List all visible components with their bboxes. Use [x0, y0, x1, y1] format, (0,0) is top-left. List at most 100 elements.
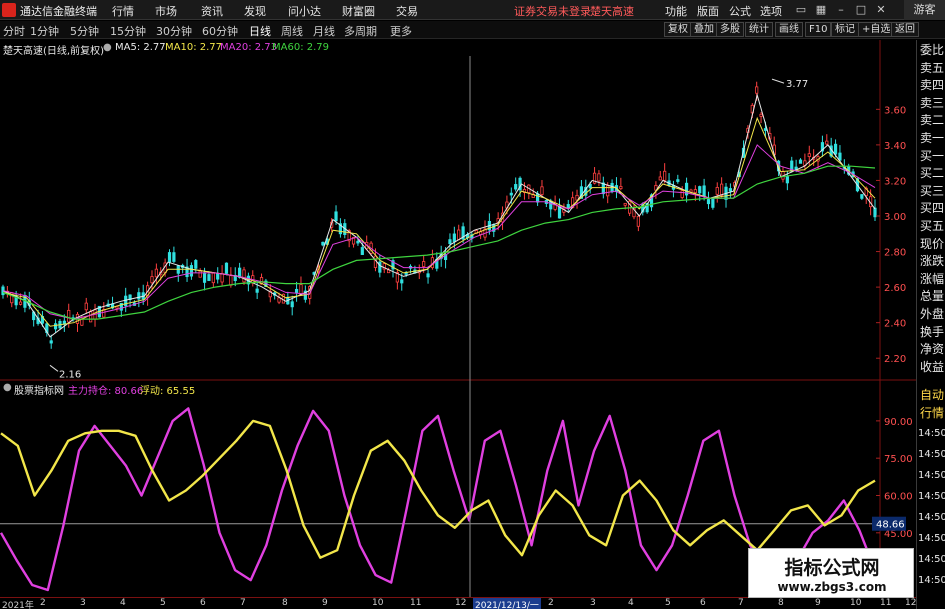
date-tick-label: 4	[120, 598, 126, 608]
date-tick-label: 6	[700, 598, 706, 608]
candle-body	[807, 153, 811, 157]
candle-body	[755, 86, 759, 94]
candle-body	[360, 247, 364, 255]
candle-body	[220, 273, 224, 283]
tab-weekly[interactable]: 周线	[281, 23, 303, 39]
guest-button[interactable]: 游客	[904, 0, 945, 20]
minimize-icon[interactable]: –	[834, 3, 848, 17]
legend-main-force: 主力持仓: 80.66	[68, 386, 144, 397]
tab-intraday[interactable]: 分时	[3, 23, 25, 39]
chart-axes: 2.202.402.602.803.003.203.403.6030.0045.…	[0, 40, 916, 597]
candle-body	[860, 194, 864, 199]
sidebar-quote-item[interactable]: 收益	[918, 357, 945, 377]
tab-multi-period[interactable]: 多周期	[344, 23, 377, 39]
candle-body	[216, 273, 220, 280]
date-tick-label: 9	[322, 598, 328, 608]
candle-body	[89, 311, 93, 323]
sidebar-time: 14:50	[918, 533, 945, 544]
date-tick-label: 3	[590, 598, 596, 608]
cursor-value-label: 48.66	[876, 520, 905, 531]
add-watchlist-button[interactable]: +自选	[858, 22, 895, 37]
tab-1min[interactable]: 1分钟	[30, 23, 59, 39]
tab-5min[interactable]: 5分钟	[70, 23, 99, 39]
main-legend: 楚天高速(日线,前复权) ● MA5: 2.77 MA10: 2.77 MA20…	[0, 40, 880, 57]
candle-body	[509, 192, 513, 196]
candle-body	[242, 269, 246, 283]
draw-line-button[interactable]: 画线	[775, 22, 803, 37]
tile-icon[interactable]: ▦	[814, 3, 828, 17]
candle-body	[457, 229, 461, 241]
menu-news[interactable]: 资讯	[201, 3, 223, 19]
menu-options[interactable]: 选项	[760, 3, 782, 19]
f10-button[interactable]: F10	[805, 22, 832, 37]
app-logo-icon	[2, 3, 16, 17]
menu-trade[interactable]: 交易	[396, 3, 418, 19]
watermark-url: www.zbgs3.com	[777, 580, 887, 594]
menu-function[interactable]: 功能	[665, 3, 687, 19]
sidebar-time: 14:50	[918, 470, 945, 481]
sidebar-time: 14:50	[918, 512, 945, 523]
menu-market[interactable]: 市场	[155, 3, 177, 19]
candle-body	[597, 173, 601, 182]
price-tick-label: 2.40	[884, 319, 906, 330]
price-tick-label: 3.20	[884, 176, 906, 187]
legend-ma5: MA5: 2.77	[115, 42, 166, 53]
candle-body	[514, 184, 518, 190]
statistics-button[interactable]: 统计	[745, 22, 773, 37]
date-axis: 2021/12/13/一 2021年 2 3 4 5 6 7 8 9 10 11 12 2 3 4 5 6 7 8 9…	[0, 597, 916, 609]
date-tick-label: 9	[815, 598, 821, 608]
candle-body	[825, 140, 829, 145]
legend-dot-icon: ●	[3, 382, 12, 393]
tab-more[interactable]: 更多	[390, 23, 412, 39]
tab-monthly[interactable]: 月线	[313, 23, 335, 39]
restore-icon[interactable]: ▭	[794, 3, 808, 17]
stock-chart[interactable]: 3.772.16 2.202.402.602.803.003.203.403.6…	[0, 40, 916, 597]
close-icon[interactable]: ✕	[874, 3, 888, 17]
current-stock-name: 楚天高速	[590, 5, 634, 18]
candle-body	[84, 302, 88, 311]
sidebar-time: 14:50	[918, 575, 945, 586]
watermark: 指标公式网 www.zbgs3.com	[748, 548, 914, 598]
tab-30min[interactable]: 30分钟	[156, 23, 192, 39]
menu-quotes[interactable]: 行情	[112, 3, 134, 19]
price-panel: 3.77 2.16	[1, 78, 877, 380]
menu-wealth-circle[interactable]: 财富圈	[342, 3, 375, 19]
candle-body	[321, 241, 325, 246]
legend-ma20: MA20: 2.73	[220, 42, 278, 53]
candle-body	[202, 272, 207, 283]
candle-body	[873, 207, 877, 218]
candle-body	[636, 215, 640, 227]
candle-body	[294, 288, 299, 294]
overlay-button[interactable]: 叠加	[690, 22, 718, 37]
ma-line-ma20	[2, 144, 876, 320]
candle-body	[715, 187, 719, 195]
menu-discover[interactable]: 发现	[244, 3, 266, 19]
menu-formula[interactable]: 公式	[729, 3, 751, 19]
legend-floating: 浮动: 65.55	[140, 386, 196, 397]
mark-button[interactable]: 标记	[831, 22, 859, 37]
tab-60min[interactable]: 60分钟	[202, 23, 238, 39]
candle-body	[452, 233, 456, 243]
multi-stock-button[interactable]: 多股	[716, 22, 744, 37]
candle-body	[785, 176, 789, 184]
maximize-icon[interactable]: □	[854, 3, 868, 17]
tab-15min[interactable]: 15分钟	[110, 23, 146, 39]
tab-daily[interactable]: 日线	[249, 23, 271, 39]
legend-ma10: MA10: 2.77	[165, 42, 223, 53]
menu-layout[interactable]: 版面	[697, 3, 719, 19]
sidebar-tab[interactable]: 自动	[918, 385, 945, 405]
candle-body	[378, 261, 382, 273]
candle-body	[833, 143, 838, 155]
candle-body	[277, 297, 281, 303]
high-label: 3.77	[786, 79, 808, 90]
candle-body	[448, 239, 452, 245]
back-button[interactable]: 返回	[891, 22, 919, 37]
candle-body	[299, 284, 303, 295]
sidebar-tab[interactable]: 行情	[918, 403, 945, 423]
menu-ask-xiaoda[interactable]: 问小达	[288, 3, 321, 19]
login-status[interactable]: 证券交易未登录	[514, 3, 591, 19]
candle-body	[207, 274, 211, 282]
date-tick-label: 2021年	[2, 601, 34, 609]
adjust-button[interactable]: 复权	[664, 22, 692, 37]
sidebar-time: 14:50	[918, 449, 945, 460]
